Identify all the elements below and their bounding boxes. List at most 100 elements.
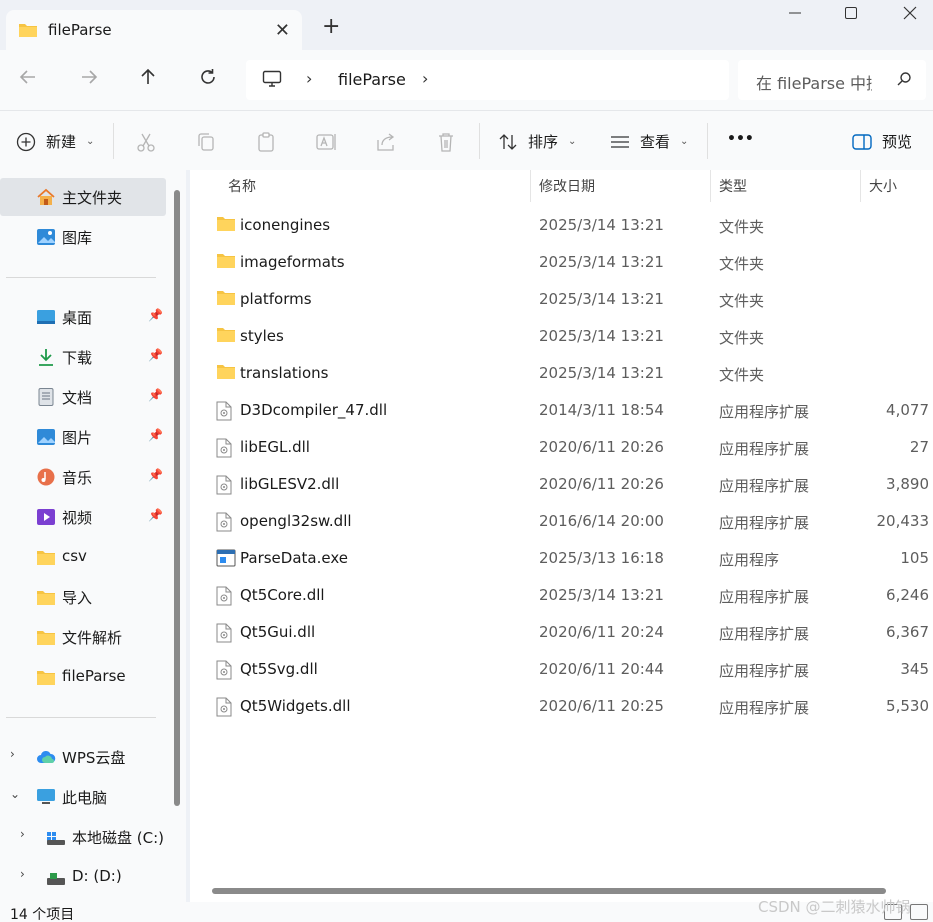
table-row[interactable]: libGLESV2.dll 2020/6/11 20:26 应用程序扩展 3,890: [190, 466, 933, 503]
chevron-right-icon[interactable]: ›: [422, 69, 428, 88]
table-row[interactable]: platforms 2025/3/14 13:21 文件夹: [190, 281, 933, 318]
more-options-button[interactable]: •••: [727, 131, 754, 147]
table-row[interactable]: libEGL.dll 2020/6/11 20:26 应用程序扩展 27: [190, 429, 933, 466]
chevron-right-icon[interactable]: ›: [306, 69, 312, 88]
table-row[interactable]: opengl32sw.dll 2016/6/14 20:00 应用程序扩展 20,43…: [190, 503, 933, 540]
horizontal-scrollbar[interactable]: [212, 888, 886, 894]
close-window-button[interactable]: [890, 6, 930, 30]
sidebar-item-gallery[interactable]: 图库: [0, 218, 166, 256]
chevron-right-icon[interactable]: ›: [20, 827, 25, 841]
title-bar: fileParse ✕ +: [0, 0, 933, 52]
chevron-right-icon[interactable]: ›: [20, 867, 25, 881]
chevron-down-icon[interactable]: ⌄: [10, 787, 20, 801]
sidebar-item-wps-cloud[interactable]: › WPS云盘: [0, 738, 166, 776]
tab-fileparse[interactable]: fileParse ✕: [6, 10, 302, 52]
cut-icon[interactable]: [135, 131, 157, 153]
table-row[interactable]: imageformats 2025/3/14 13:21 文件夹: [190, 244, 933, 281]
paste-icon[interactable]: [255, 131, 277, 153]
file-size: 27: [909, 438, 929, 456]
up-button[interactable]: [134, 66, 162, 94]
table-row[interactable]: iconengines 2025/3/14 13:21 文件夹: [190, 207, 933, 244]
navigation-pane: 主文件夹 图库 桌面 📌 下载 📌 文档 📌 图片 📌 音乐 📌 视频 📌 cs…: [0, 170, 186, 902]
sidebar-item-downloads[interactable]: 下载 📌: [0, 338, 166, 376]
sidebar-scrollbar[interactable]: [174, 190, 180, 806]
divider: [707, 123, 708, 159]
preview-button[interactable]: 预览: [852, 131, 912, 152]
file-name: imageformats: [240, 253, 345, 271]
tab-title: fileParse: [48, 21, 112, 39]
close-icon[interactable]: ✕: [275, 20, 290, 41]
sidebar-item-documents[interactable]: 文档 📌: [0, 378, 166, 416]
table-row[interactable]: Qt5Core.dll 2025/3/14 13:21 应用程序扩展 6,246: [190, 577, 933, 614]
sidebar-item-fileparse[interactable]: fileParse: [0, 658, 166, 696]
watermark: CSDN @二刺猿水帅锅: [758, 898, 911, 916]
file-date: 2025/3/14 13:21: [539, 364, 664, 382]
exe-file-icon: [216, 549, 236, 567]
pin-icon[interactable]: 📌: [148, 468, 163, 482]
sidebar-item-music[interactable]: 音乐 📌: [0, 458, 166, 496]
pin-icon[interactable]: 📌: [148, 348, 163, 362]
table-row[interactable]: styles 2025/3/14 13:21 文件夹: [190, 318, 933, 355]
forward-button[interactable]: [75, 66, 103, 94]
more-icon: •••: [727, 131, 754, 147]
file-date: 2025/3/14 13:21: [539, 216, 664, 234]
column-header-name[interactable]: 名称: [228, 176, 256, 208]
maximize-button[interactable]: [831, 6, 871, 30]
sidebar-item-pictures[interactable]: 图片 📌: [0, 418, 166, 456]
search-placeholder: 在 fileParse 中搜索: [756, 74, 872, 93]
pin-icon[interactable]: 📌: [148, 428, 163, 442]
sidebar-item-csv[interactable]: csv: [0, 538, 166, 576]
sidebar-item-label: 本地磁盘 (C:): [72, 829, 164, 847]
refresh-button[interactable]: [194, 66, 222, 94]
column-header-type[interactable]: 类型: [719, 176, 747, 208]
sidebar-item-desktop[interactable]: 桌面 📌: [0, 298, 166, 336]
sidebar-item-drive-d[interactable]: › D: (D:): [0, 858, 186, 896]
column-header-date[interactable]: 修改日期: [539, 176, 595, 208]
new-button[interactable]: 新建 ⌄: [16, 131, 94, 152]
sidebar-item-this-pc[interactable]: ⌄ 此电脑: [0, 778, 166, 816]
sidebar-item-videos[interactable]: 视频 📌: [0, 498, 166, 536]
file-type: 应用程序扩展: [719, 625, 810, 643]
sidebar-item-drive-c[interactable]: › 本地磁盘 (C:): [0, 818, 186, 856]
share-icon[interactable]: [375, 131, 397, 153]
back-button[interactable]: [14, 66, 42, 94]
table-row[interactable]: Qt5Gui.dll 2020/6/11 20:24 应用程序扩展 6,367: [190, 614, 933, 651]
table-row[interactable]: translations 2025/3/14 13:21 文件夹: [190, 355, 933, 392]
delete-icon[interactable]: [435, 131, 457, 153]
file-type: 应用程序: [719, 551, 780, 569]
chevron-right-icon[interactable]: ›: [10, 747, 15, 761]
file-type: 文件夹: [719, 292, 765, 310]
copy-icon[interactable]: [195, 131, 217, 153]
pin-icon[interactable]: 📌: [148, 508, 163, 522]
chevron-down-icon: ⌄: [568, 136, 577, 147]
column-header-size[interactable]: 大小: [869, 176, 897, 208]
rename-icon[interactable]: [315, 131, 337, 153]
folder-icon: [36, 628, 56, 646]
address-bar[interactable]: › fileParse ›: [246, 60, 729, 100]
sidebar-item-home[interactable]: 主文件夹: [0, 178, 166, 216]
new-label: 新建: [46, 133, 77, 151]
sidebar-item-import[interactable]: 导入: [0, 578, 166, 616]
file-type: 文件夹: [719, 329, 765, 347]
file-date: 2020/6/11 20:44: [539, 660, 664, 678]
sort-button[interactable]: 排序 ⌄: [498, 131, 576, 152]
chevron-down-icon: ⌄: [680, 136, 689, 147]
sidebar-item-file-parse-cn[interactable]: 文件解析: [0, 618, 166, 656]
table-row[interactable]: ParseData.exe 2025/3/13 16:18 应用程序 105: [190, 540, 933, 577]
pin-icon[interactable]: 📌: [148, 388, 163, 402]
tiles-view-button[interactable]: [910, 904, 928, 920]
minimize-button[interactable]: [775, 6, 815, 30]
table-row[interactable]: D3Dcompiler_47.dll 2014/3/11 18:54 应用程序扩展 4…: [190, 392, 933, 429]
table-row[interactable]: Qt5Widgets.dll 2020/6/11 20:25 应用程序扩展 5,530: [190, 688, 933, 725]
breadcrumb-fileparse[interactable]: fileParse: [338, 70, 406, 89]
divider: [6, 717, 156, 718]
pin-icon[interactable]: 📌: [148, 308, 163, 322]
search-input[interactable]: 在 fileParse 中搜索: [738, 60, 926, 100]
cloud-icon: [36, 748, 56, 766]
sidebar-item-label: 主文件夹: [62, 189, 123, 207]
table-row[interactable]: Qt5Svg.dll 2020/6/11 20:44 应用程序扩展 345: [190, 651, 933, 688]
new-tab-button[interactable]: +: [322, 16, 340, 38]
file-name: styles: [240, 327, 284, 345]
sidebar-item-label: D: (D:): [72, 867, 122, 885]
view-button[interactable]: 查看 ⌄: [610, 131, 688, 152]
